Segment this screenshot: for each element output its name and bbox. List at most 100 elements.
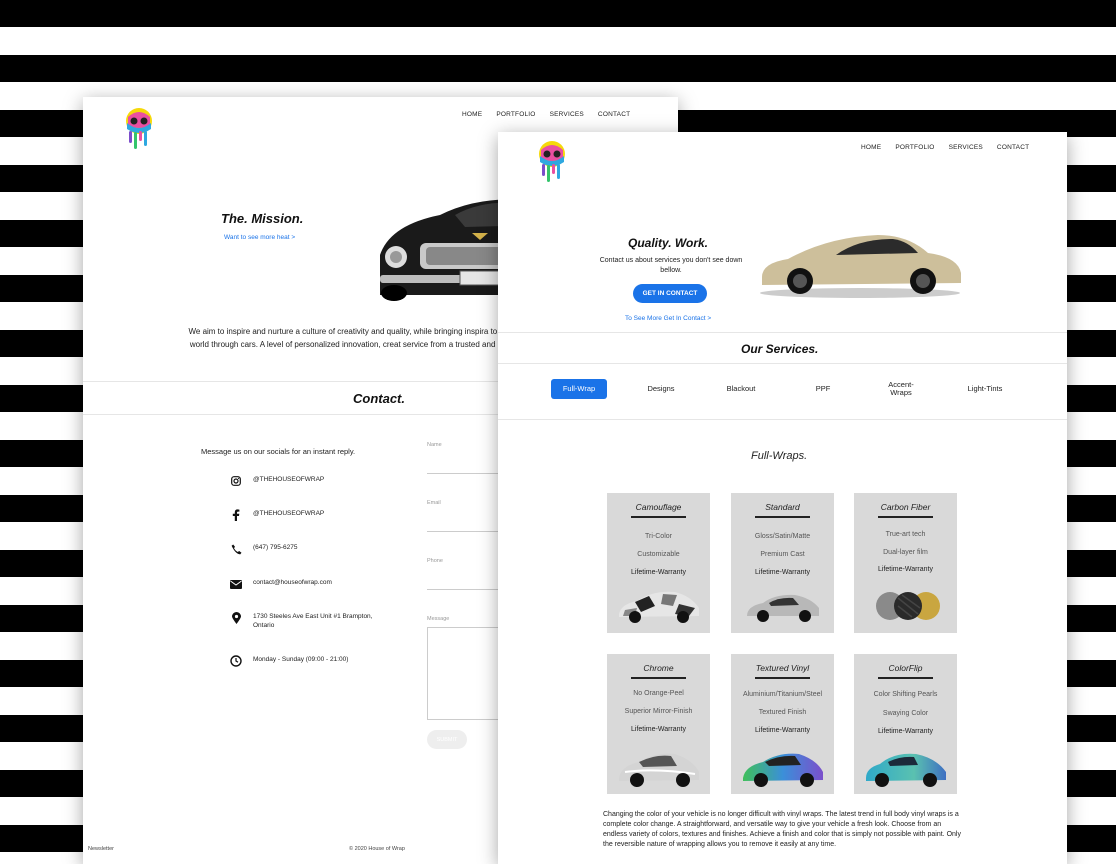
- card-feature: No Orange-Peel: [633, 690, 684, 697]
- colorflip-car-image: [866, 753, 946, 787]
- tab-full-wrap[interactable]: Full-Wrap: [551, 379, 607, 399]
- see-more-heat-link[interactable]: Want to see more heat >: [224, 234, 295, 241]
- card-warranty: Lifetime-Warranty: [755, 569, 810, 576]
- divider: [631, 516, 686, 518]
- card-feature: Aluminium/Titanium/Steel: [742, 691, 823, 698]
- card-title: ColorFlip: [888, 663, 923, 673]
- divider: [498, 332, 1067, 333]
- card-warranty: Lifetime-Warranty: [878, 728, 933, 735]
- name-label: Name: [427, 442, 442, 448]
- newsletter-link[interactable]: Newsletter: [88, 846, 114, 852]
- instagram-row[interactable]: @THEHOUSEOFWRAP: [229, 475, 393, 487]
- divider: [755, 677, 810, 679]
- contact-title: Contact.: [353, 391, 405, 406]
- quality-subtitle: Contact us about services you don't see …: [599, 257, 743, 274]
- hours-row: Monday - Sunday (09:00 - 21:00): [229, 655, 393, 667]
- divider: [631, 677, 686, 679]
- message-label: Message: [427, 616, 450, 622]
- tab-ppf[interactable]: PPF: [801, 379, 845, 399]
- instagram-handle: @THEHOUSEOFWRAP: [253, 476, 325, 483]
- card-feature: Swaying Color: [882, 710, 929, 717]
- tab-blackout[interactable]: Blackout: [718, 379, 764, 399]
- main-nav: HOME PORTFOLIO SERVICES CONTACT: [861, 144, 1029, 151]
- card-feature: Tri-Color: [645, 533, 672, 540]
- submit-button[interactable]: SUBMIT: [427, 730, 467, 749]
- camouflage-car-image: [619, 591, 699, 623]
- service-card-carbon-fiber[interactable]: Carbon Fiber True-art tech Dual-layer fi…: [854, 493, 957, 633]
- address-text: 1730 Steeles Ave East Unit #1 Brampton, …: [253, 613, 373, 629]
- business-hours: Monday - Sunday (09:00 - 21:00): [253, 656, 349, 663]
- card-title: Textured Vinyl: [755, 663, 810, 673]
- carbon-swatches-image: [876, 592, 940, 620]
- nav-home[interactable]: HOME: [462, 111, 482, 118]
- email-row[interactable]: contact@houseofwrap.com: [229, 578, 393, 590]
- card-feature: Superior Mirror-Finish: [624, 708, 693, 715]
- service-card-chrome[interactable]: Chrome No Orange-Peel Superior Mirror-Fi…: [607, 654, 710, 794]
- card-warranty: Lifetime-Warranty: [755, 727, 810, 734]
- tab-designs[interactable]: Designs: [638, 379, 684, 399]
- email-field[interactable]: [427, 531, 507, 532]
- service-card-standard[interactable]: Standard Gloss/Satin/Matte Premium Cast …: [731, 493, 834, 633]
- sports-car-image: [760, 235, 961, 298]
- card-title: Carbon Fiber: [880, 502, 931, 512]
- card-feature: True-art tech: [885, 531, 926, 538]
- card-warranty: Lifetime-Warranty: [631, 726, 686, 733]
- phone-field[interactable]: [427, 589, 507, 590]
- nav-contact[interactable]: CONTACT: [997, 144, 1029, 151]
- card-feature: Premium Cast: [760, 551, 805, 558]
- card-feature: Color Shifting Pearls: [873, 691, 938, 698]
- divider: [755, 516, 810, 518]
- service-card-camouflage[interactable]: Camouflage Tri-Color Customizable Lifeti…: [607, 493, 710, 633]
- nav-portfolio[interactable]: PORTFOLIO: [895, 144, 934, 151]
- social-intro-text: Message us on our socials for an instant…: [201, 447, 356, 456]
- card-feature: Customizable: [637, 551, 680, 558]
- service-card-textured-vinyl[interactable]: Textured Vinyl Aluminium/Titanium/Steel …: [731, 654, 834, 794]
- card-title: Camouflage: [635, 502, 682, 512]
- get-in-contact-button[interactable]: GET IN CONTACT: [633, 284, 707, 303]
- services-page-screenshot: HOME PORTFOLIO SERVICES CONTACT Quality.…: [498, 132, 1067, 864]
- nav-home[interactable]: HOME: [861, 144, 881, 151]
- facebook-icon: [229, 509, 243, 521]
- divider: [878, 516, 933, 518]
- textured-car-image: [743, 753, 823, 787]
- see-more-contact-link[interactable]: To See More Get In Contact >: [625, 315, 711, 322]
- quality-title: Quality. Work.: [628, 236, 709, 250]
- divider: [878, 677, 933, 679]
- facebook-row[interactable]: @THEHOUSEOFWRAP: [229, 509, 393, 521]
- nav-services[interactable]: SERVICES: [550, 111, 584, 118]
- address-row[interactable]: 1730 Steeles Ave East Unit #1 Brampton, …: [229, 612, 393, 630]
- mail-icon: [229, 578, 243, 590]
- tab-light-tints[interactable]: Light-Tints: [958, 379, 1012, 399]
- phone-icon: [229, 543, 243, 555]
- card-feature: Textured Finish: [758, 709, 807, 716]
- phone-row[interactable]: (647) 795-6275: [229, 543, 393, 555]
- full-wrap-description: Changing the color of your vehicle is no…: [603, 811, 961, 848]
- divider: [498, 419, 1067, 420]
- main-nav: HOME PORTFOLIO SERVICES CONTACT: [462, 111, 630, 118]
- tab-accent-wraps[interactable]: Accent-Wraps: [883, 379, 919, 399]
- card-feature: Gloss/Satin/Matte: [754, 533, 811, 540]
- mission-title: The. Mission.: [221, 211, 304, 226]
- card-feature: Dual-layer film: [883, 549, 928, 556]
- copyright-text: © 2020 House of Wrap: [349, 846, 405, 852]
- phone-label: Phone: [427, 558, 443, 564]
- nav-contact[interactable]: CONTACT: [598, 111, 630, 118]
- phone-number: (647) 795-6275: [253, 544, 298, 551]
- facebook-handle: @THEHOUSEOFWRAP: [253, 510, 325, 517]
- dripping-skull-logo[interactable]: [123, 107, 155, 151]
- services-title: Our Services.: [741, 342, 819, 356]
- message-textarea[interactable]: [427, 627, 508, 720]
- nav-services[interactable]: SERVICES: [949, 144, 983, 151]
- location-pin-icon: [229, 612, 243, 624]
- card-warranty: Lifetime-Warranty: [631, 569, 686, 576]
- full-wraps-title: Full-Wraps.: [751, 450, 808, 462]
- card-title: Standard: [765, 502, 800, 512]
- name-field[interactable]: [427, 473, 507, 474]
- nav-portfolio[interactable]: PORTFOLIO: [496, 111, 535, 118]
- chrome-car-image: [619, 753, 699, 787]
- dripping-skull-logo[interactable]: [536, 140, 568, 184]
- clock-icon: [229, 655, 243, 667]
- service-card-colorflip[interactable]: ColorFlip Color Shifting Pearls Swaying …: [854, 654, 957, 794]
- card-warranty: Lifetime-Warranty: [878, 566, 933, 573]
- email-label: Email: [427, 500, 441, 506]
